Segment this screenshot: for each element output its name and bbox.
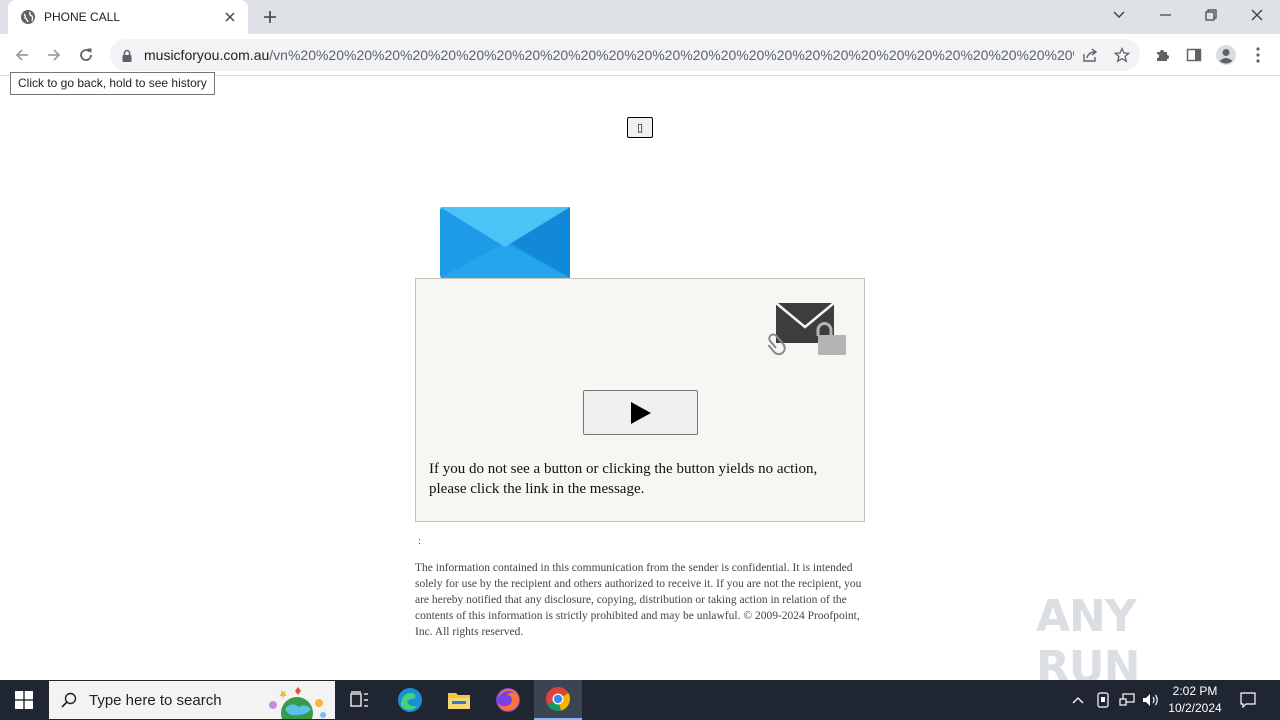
clock-time: 2:02 PM	[1172, 684, 1218, 698]
minimize-button[interactable]	[1142, 0, 1188, 30]
close-icon[interactable]	[222, 9, 238, 25]
share-icon[interactable]	[1078, 43, 1102, 67]
search-placeholder: Type here to search	[89, 691, 222, 709]
envelope-icon	[440, 207, 570, 278]
tab-title: PHONE CALL	[44, 10, 121, 24]
search-highlight-art-icon	[269, 687, 326, 719]
reload-button[interactable]	[72, 41, 100, 69]
secure-mail-lock-icon	[766, 301, 848, 357]
back-tooltip: Click to go back, hold to see history	[10, 72, 215, 95]
play-button[interactable]	[583, 390, 698, 435]
firefox-icon	[496, 688, 520, 712]
globe-icon	[20, 9, 36, 25]
start-button[interactable]	[0, 680, 48, 720]
restore-button[interactable]	[1188, 0, 1234, 30]
anyrun-watermark: ANY RUN	[1036, 591, 1236, 693]
tray-volume[interactable]	[1140, 680, 1162, 720]
address-bar[interactable]: musicforyou.com.au/vn%20%20%20%20%20%20%…	[110, 39, 1140, 71]
colon-text: :	[418, 535, 422, 547]
edge-icon	[398, 688, 422, 712]
tab-strip: PHONE CALL	[0, 0, 1280, 34]
page-content: ▯ If you do not see a button or clicking	[0, 77, 1280, 693]
window-close-button[interactable]	[1234, 0, 1280, 30]
notification-icon	[1240, 692, 1256, 708]
taskbar-search-box[interactable]: Type here to search	[49, 681, 335, 719]
task-view-button[interactable]	[336, 680, 384, 720]
forward-button[interactable]	[40, 41, 68, 69]
clock-date: 10/2/2024	[1168, 701, 1222, 715]
windows-logo-icon	[15, 691, 33, 709]
watermark-text: ANY RUN	[1036, 591, 1140, 693]
folder-icon	[448, 693, 470, 709]
taskbar-edge[interactable]	[386, 680, 434, 720]
play-icon	[630, 401, 651, 424]
confidentiality-disclaimer: The information contained in this commun…	[415, 562, 862, 638]
panel-message: If you do not see a button or clicking t…	[429, 461, 818, 497]
lock-icon[interactable]	[120, 47, 134, 63]
taskbar-firefox[interactable]	[484, 680, 532, 720]
profile-avatar-icon[interactable]	[1212, 41, 1240, 69]
search-icon	[61, 692, 77, 708]
tray-network[interactable]	[1116, 680, 1138, 720]
url-text[interactable]: musicforyou.com.au/vn%20%20%20%20%20%20%…	[144, 47, 1074, 63]
browser-toolbar: musicforyou.com.au/vn%20%20%20%20%20%20%…	[0, 34, 1280, 76]
new-tab-button[interactable]	[258, 6, 282, 28]
device-icon	[1097, 692, 1109, 708]
bookmark-star-icon[interactable]	[1110, 43, 1134, 67]
secure-message-panel: If you do not see a button or clicking t…	[415, 278, 865, 522]
tab-search-icon[interactable]	[1096, 0, 1142, 30]
chrome-icon	[546, 687, 570, 711]
tray-meet-now[interactable]	[1092, 680, 1114, 720]
tray-overflow-chevron[interactable]	[1066, 680, 1090, 720]
taskbar-file-explorer[interactable]	[435, 680, 483, 720]
menu-kebab-icon[interactable]	[1244, 41, 1272, 69]
taskbar-chrome[interactable]	[534, 680, 582, 720]
network-icon	[1119, 693, 1135, 706]
chevron-up-icon	[1072, 697, 1084, 704]
notification-center-button[interactable]	[1234, 680, 1262, 720]
speaker-icon	[1143, 694, 1158, 706]
browser-tab[interactable]: PHONE CALL	[8, 0, 248, 34]
url-path: /vn%20%20%20%20%20%20%20%20%20%20%20%20%…	[269, 47, 1074, 63]
task-view-icon	[350, 691, 368, 707]
taskbar-clock[interactable]: 2:02 PM 10/2/2024	[1160, 683, 1230, 717]
url-host: musicforyou.com.au	[144, 47, 270, 63]
back-button[interactable]	[8, 41, 36, 69]
side-panel-icon[interactable]	[1180, 41, 1208, 69]
windows-taskbar: Type here to search 2:02 PM 10/2/2024	[0, 680, 1280, 720]
extensions-icon[interactable]	[1148, 41, 1176, 69]
small-unicode-box[interactable]: ▯	[627, 117, 653, 138]
